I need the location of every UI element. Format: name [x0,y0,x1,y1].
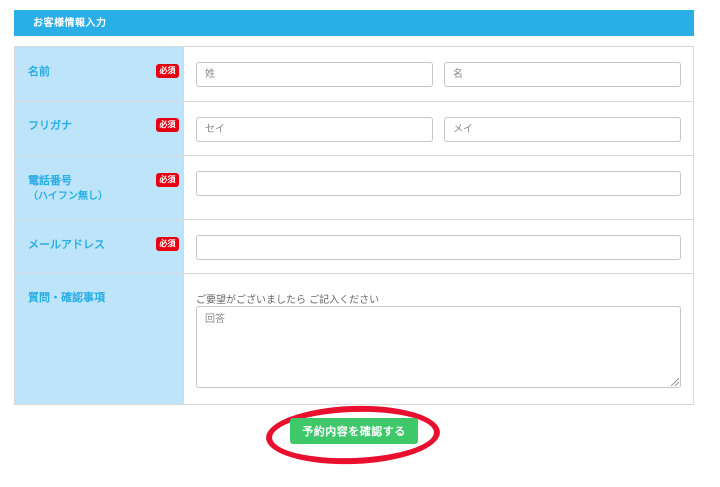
name-row: 名前 必須 [15,47,693,102]
phone-field-cell [184,156,693,219]
phone-label-cell: 電話番号 （ハイフン無し） 必須 [15,156,184,219]
kana-label-cell: フリガナ 必須 [15,102,184,155]
question-label-cell: 質問・確認事項 [15,274,184,404]
email-label-cell: メールアドレス 必須 [15,220,184,273]
required-badge: 必須 [156,173,179,187]
name-field-cell [184,47,693,101]
phone-label-sub: （ハイフン無し） [28,191,108,202]
email-label: メールアドレス [28,238,105,251]
question-row: 質問・確認事項 ご要望がございましたら ご記入ください [15,274,693,404]
section-header: お客様情報入力 [14,10,694,36]
phone-row: 電話番号 （ハイフン無し） 必須 [15,156,693,220]
last-name-input[interactable] [196,62,433,87]
name-label: 名前 [28,65,50,78]
required-badge: 必須 [156,118,179,132]
kana-label: フリガナ [28,119,72,132]
phone-input[interactable] [196,171,681,196]
first-name-kana-input[interactable] [444,117,681,142]
name-label-cell: 名前 必須 [15,47,184,101]
first-name-input[interactable] [444,62,681,87]
email-field-cell [184,220,693,273]
kana-field-cell [184,102,693,155]
required-badge: 必須 [156,64,179,78]
question-label: 質問・確認事項 [28,291,105,304]
required-badge: 必須 [156,237,179,251]
customer-form: 名前 必須 フリガナ 必須 電話番号 （ハイフン無し） 必須 [14,46,694,405]
confirm-reservation-button[interactable]: 予約内容を確認する [290,418,418,444]
question-note: ご要望がございましたら ご記入ください [196,295,380,306]
kana-row: フリガナ 必須 [15,102,693,156]
email-row: メールアドレス 必須 [15,220,693,274]
question-field-cell: ご要望がございましたら ご記入ください [184,274,693,404]
question-textarea[interactable] [196,306,681,388]
section-title: お客様情報入力 [33,18,107,29]
email-input[interactable] [196,235,681,260]
last-name-kana-input[interactable] [196,117,433,142]
phone-label-main: 電話番号 [28,174,72,187]
phone-label: 電話番号 （ハイフン無し） [28,173,108,205]
